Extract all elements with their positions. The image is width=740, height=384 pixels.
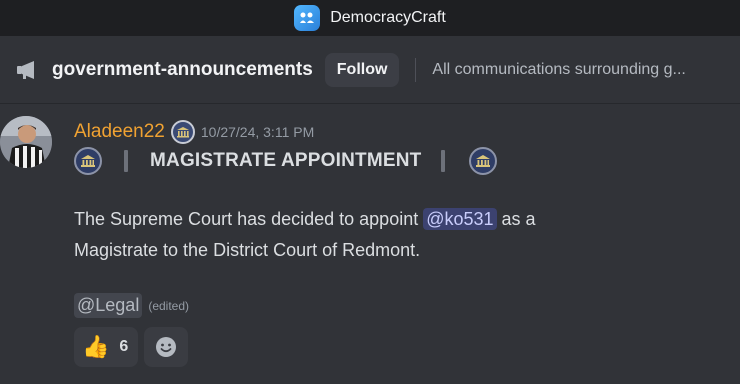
reaction-count: 6 <box>119 338 129 355</box>
channel-name: government-announcements <box>52 58 313 80</box>
message-body: The Supreme Court has decided to appoint… <box>74 204 674 266</box>
message-header: Aladeen22 10/27/24, 3:11 PM <box>74 120 314 144</box>
role-mention[interactable]: @Legal <box>74 293 143 318</box>
announcement-title: MAGISTRATE APPOINTMENT <box>150 150 422 171</box>
add-reaction-button[interactable] <box>144 327 189 367</box>
edited-label: (edited) <box>148 298 190 313</box>
title-separator <box>441 150 446 172</box>
message-text: The Supreme Court has decided to appoint <box>74 209 424 229</box>
thumbs-up-icon: 👍 <box>82 334 110 359</box>
court-seal-icon <box>469 147 498 175</box>
channel-topic[interactable]: All communications surrounding g... <box>432 61 722 79</box>
capitol-badge-icon[interactable] <box>170 120 195 144</box>
server-icon <box>294 5 321 31</box>
role-mention-line: @Legal (edited) <box>74 293 189 318</box>
announcement-title-line: MAGISTRATE APPOINTMENT <box>74 146 498 176</box>
channel-header: government-announcements Follow All comm… <box>0 36 740 104</box>
follow-button[interactable]: Follow <box>324 52 400 87</box>
smiley-add-reaction-icon <box>156 337 177 357</box>
megaphone-icon <box>16 58 40 82</box>
court-seal-icon <box>74 147 102 175</box>
message-text: as a <box>496 209 536 229</box>
server-title: DemocracyCraft <box>330 9 446 26</box>
reaction-thumbs-up[interactable]: 👍 6 <box>74 327 139 367</box>
author-name[interactable]: Aladeen22 <box>74 121 165 143</box>
message-timestamp[interactable]: 10/27/24, 3:11 PM <box>201 124 314 140</box>
message-text: Magistrate to the District Court of Redm… <box>74 240 421 260</box>
header-divider <box>415 57 417 82</box>
title-separator <box>124 150 128 172</box>
reactions-bar: 👍 6 <box>74 327 189 367</box>
avatar[interactable] <box>0 116 52 168</box>
window-titlebar: DemocracyCraft <box>0 0 740 36</box>
user-mention[interactable]: @ko531 <box>423 208 497 230</box>
